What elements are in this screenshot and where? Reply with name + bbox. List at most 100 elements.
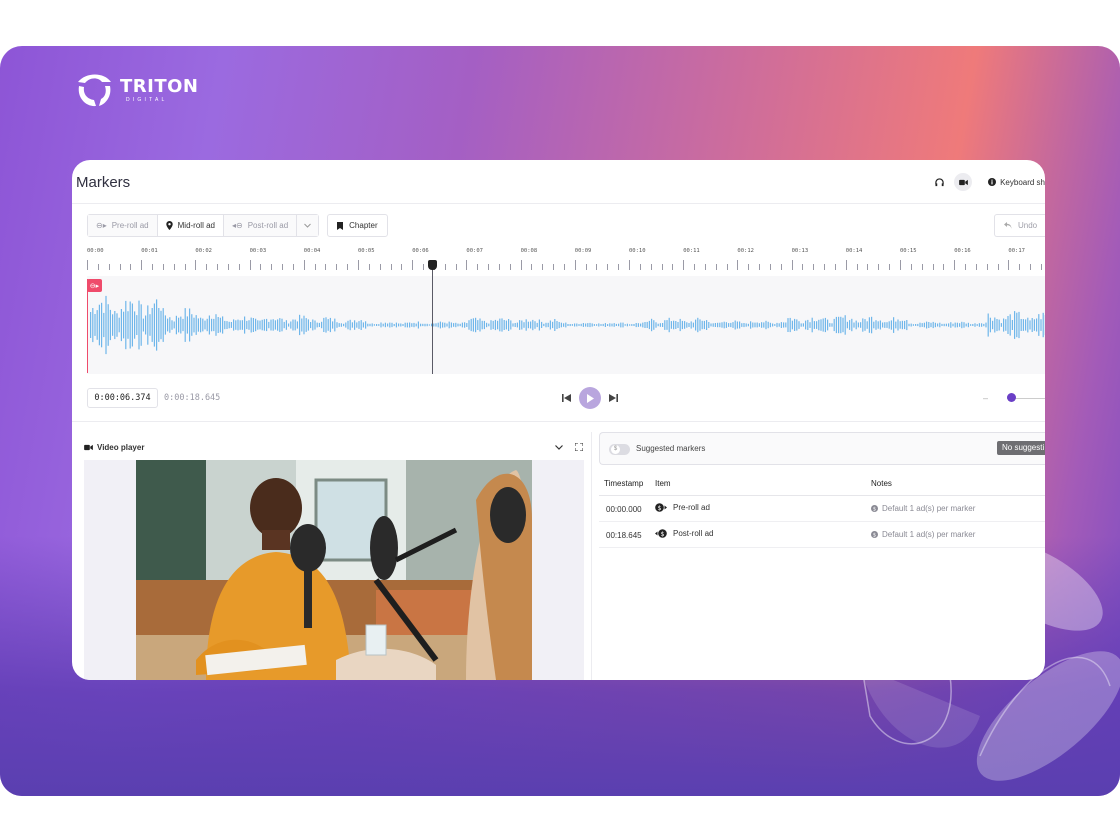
waveform-bar (233, 319, 235, 331)
waveform-bar (657, 323, 659, 327)
keyboard-shortcuts-button[interactable]: Keyboard sh (988, 178, 1045, 187)
waveform-bar (818, 319, 820, 331)
waveform-bar (741, 323, 743, 327)
waveform-bar (112, 314, 114, 336)
waveform-bar (193, 317, 195, 333)
pre-roll-icon: $ (655, 503, 667, 512)
waveform-bar (226, 321, 228, 329)
waveform-bar (136, 315, 138, 335)
pre-roll-ad-button[interactable]: ⊖▸ Pre-roll ad (88, 215, 158, 236)
playhead-handle[interactable] (428, 260, 437, 270)
timeline-ruler[interactable]: 00:00 00:01 00:02 00:03 00:04 00:05 00:06 00:07… (87, 248, 1045, 274)
timeline-label: 00:17 (1008, 248, 1025, 254)
waveform-bar (677, 322, 679, 328)
waveform-bar (512, 323, 514, 327)
skip-forward-icon[interactable] (609, 389, 618, 407)
pre-roll-label: Pre-roll ad (111, 221, 149, 230)
waveform-bar (468, 320, 470, 330)
timeline-tick (965, 264, 967, 270)
waveform-bar (651, 318, 653, 332)
post-roll-icon: $ (655, 529, 667, 538)
video-frame[interactable] (84, 460, 584, 680)
waveform-bar (413, 322, 415, 328)
chapter-button[interactable]: Chapter (327, 214, 388, 237)
pre-roll-marker-flag[interactable]: ⊖▸ (87, 279, 102, 292)
timeline-tick (1019, 264, 1021, 270)
waveform-bar (866, 321, 868, 329)
video-thumbnail[interactable] (136, 460, 532, 680)
timeline-label: 00:16 (954, 248, 971, 254)
video-player-panel: Video player (76, 432, 592, 680)
waveform-bar (90, 312, 92, 338)
timeline-tick (791, 260, 793, 270)
waveform-bar (230, 322, 232, 328)
timeline-tick (661, 264, 663, 270)
keyboard-shortcuts-label: Keyboard sh (1000, 177, 1045, 187)
play-button[interactable] (579, 387, 601, 409)
headphones-icon[interactable] (930, 173, 948, 191)
suggested-markers-toggle[interactable] (609, 444, 630, 455)
timeline-tick (726, 264, 728, 270)
waveform[interactable] (87, 276, 1045, 374)
waveform-bar (798, 321, 800, 329)
waveform-bar (274, 320, 276, 330)
post-roll-ad-button[interactable]: ◂⊖ Post-roll ad (223, 215, 298, 236)
waveform-bar (897, 319, 899, 331)
video-camera-icon[interactable] (954, 173, 973, 191)
waveform-bar (200, 317, 202, 333)
waveform-bar (167, 318, 169, 332)
marker-type-dropdown[interactable] (297, 215, 319, 236)
waveform-bar (644, 322, 646, 328)
waveform-bar (565, 322, 567, 328)
waveform-bar (505, 320, 507, 330)
waveform-bar (398, 323, 400, 327)
waveform-bar (162, 308, 164, 342)
waveform-bar (101, 302, 103, 348)
zoom-slider[interactable]: – (983, 393, 1045, 403)
waveform-bar (470, 318, 472, 332)
timeline-tick (87, 260, 88, 270)
timeline-tick (813, 264, 815, 270)
waveform-bar (987, 313, 989, 337)
waveform-bar (712, 323, 714, 327)
waveform-bar (989, 317, 991, 333)
mid-roll-label: Mid-roll ad (177, 221, 215, 230)
undo-button[interactable]: Undo (994, 214, 1045, 237)
timeline-tick (704, 264, 706, 270)
waveform-bar (626, 323, 628, 327)
waveform-bar (1007, 316, 1009, 334)
waveform-bar (382, 323, 384, 327)
timeline-tick (173, 264, 175, 270)
current-time-input[interactable]: 0:00:06.374 (87, 388, 158, 408)
waveform-bar (281, 318, 283, 332)
waveform-bar (481, 320, 483, 330)
waveform-bar (446, 323, 448, 327)
zoom-out-icon[interactable]: – (983, 393, 988, 403)
waveform-bar (237, 319, 239, 331)
table-row[interactable]: 00:18.645 $ Post-roll ad $ Default 1 ad(… (599, 522, 1045, 548)
waveform-bar (769, 322, 771, 328)
waveform-bar (1031, 318, 1033, 332)
timeline-tick (238, 264, 240, 270)
mid-roll-ad-button[interactable]: Mid-roll ad (157, 215, 224, 236)
waveform-bar (406, 322, 408, 328)
bookmark-icon (337, 221, 344, 230)
table-row[interactable]: 00:00.000 $ Pre-roll ad $ Default 1 ad(s… (599, 496, 1045, 522)
waveform-bar (970, 324, 972, 326)
timeline-tick (466, 260, 468, 270)
waveform-bar (391, 322, 393, 328)
zoom-handle[interactable] (1007, 393, 1016, 402)
waveform-bar (776, 322, 778, 328)
skip-back-icon[interactable] (562, 389, 571, 407)
timeline-tick (759, 264, 761, 270)
chevron-down-icon[interactable] (555, 444, 563, 450)
timeline-tick (1030, 264, 1032, 270)
waveform-bar (732, 322, 734, 328)
chevron-down-icon (304, 223, 312, 228)
timeline-label: 00:04 (303, 248, 321, 254)
waveform-bar (582, 323, 584, 327)
svg-text:$: $ (873, 532, 876, 538)
waveform-bar (635, 323, 637, 328)
expand-icon[interactable] (575, 443, 583, 451)
waveform-bar (329, 317, 331, 333)
